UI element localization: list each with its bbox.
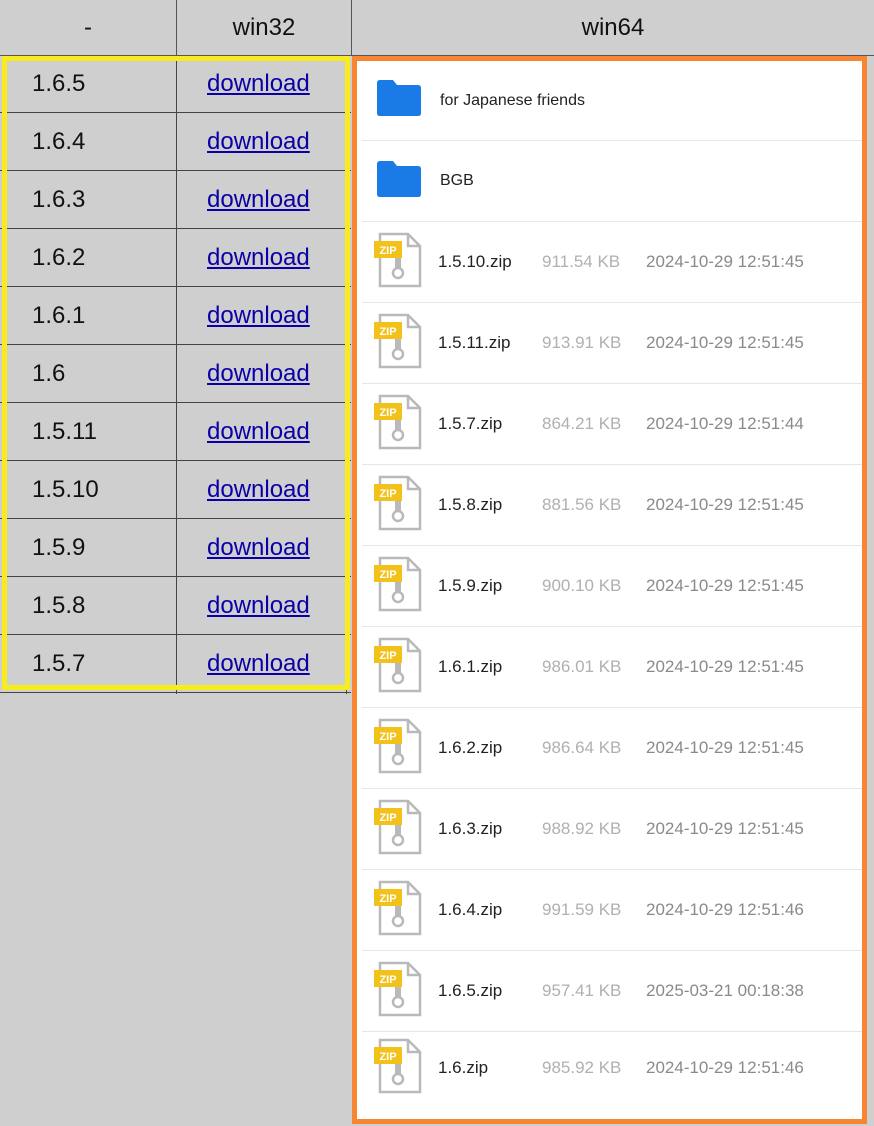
file-date: 2024-10-29 12:51:45 xyxy=(646,657,804,676)
file-item[interactable]: ZIP 1.6.2.zip 986.64 KB 2024-10-29 12:51:45 xyxy=(362,708,862,789)
header-win64: win64 xyxy=(352,0,874,56)
file-date: 2024-10-29 12:51:44 xyxy=(646,414,804,433)
header-win32: win32 xyxy=(177,0,352,56)
folder-icon xyxy=(376,160,422,203)
file-name: 1.5.7.zip xyxy=(438,414,503,433)
svg-text:ZIP: ZIP xyxy=(379,650,396,662)
file-date: 2025-03-21 00:18:38 xyxy=(646,981,804,1000)
zip-file-icon: ZIP xyxy=(372,312,424,375)
folder-name: BGB xyxy=(440,172,474,189)
file-date: 2024-10-29 12:51:45 xyxy=(646,252,804,271)
zip-file-icon: ZIP xyxy=(372,393,424,456)
file-date: 2024-10-29 12:51:46 xyxy=(646,1058,804,1077)
file-item[interactable]: ZIP 1.5.8.zip 881.56 KB 2024-10-29 12:51:45 xyxy=(362,465,862,546)
file-name: 1.6.zip xyxy=(438,1058,489,1077)
svg-text:ZIP: ZIP xyxy=(379,326,396,338)
file-name: 1.6.5.zip xyxy=(438,981,503,1000)
svg-text:ZIP: ZIP xyxy=(379,974,396,986)
zip-file-icon: ZIP xyxy=(372,798,424,861)
file-size: 957.41 KB xyxy=(542,981,622,1000)
zip-file-icon: ZIP xyxy=(372,879,424,942)
file-item[interactable]: ZIP 1.6.zip 985.92 KB 2024-10-29 12:51:46 xyxy=(362,1032,862,1104)
file-size: 986.01 KB xyxy=(542,657,622,676)
file-date: 2024-10-29 12:51:46 xyxy=(646,900,804,919)
header-dash: - xyxy=(0,0,177,56)
file-size: 985.92 KB xyxy=(542,1058,622,1077)
file-item[interactable]: ZIP 1.5.9.zip 900.10 KB 2024-10-29 12:51:45 xyxy=(362,546,862,627)
file-name: 1.5.11.zip xyxy=(438,333,511,352)
file-item[interactable]: ZIP 1.6.3.zip 988.92 KB 2024-10-29 12:51:45 xyxy=(362,789,862,870)
file-size: 881.56 KB xyxy=(542,495,622,514)
svg-text:ZIP: ZIP xyxy=(379,407,396,419)
zip-file-icon: ZIP xyxy=(372,1037,424,1100)
svg-text:ZIP: ZIP xyxy=(379,731,396,743)
folder-item[interactable]: BGB xyxy=(362,141,862,222)
svg-text:ZIP: ZIP xyxy=(379,812,396,824)
file-name: 1.5.9.zip xyxy=(438,576,503,595)
file-size: 991.59 KB xyxy=(542,900,622,919)
file-date: 2024-10-29 12:51:45 xyxy=(646,333,804,352)
file-date: 2024-10-29 12:51:45 xyxy=(646,495,804,514)
win64-file-browser: for Japanese friends BGB ZIP 1.5.10.zip 911.… xyxy=(352,56,867,1124)
svg-text:ZIP: ZIP xyxy=(379,245,396,257)
folder-item[interactable]: for Japanese friends xyxy=(362,61,862,141)
svg-text:ZIP: ZIP xyxy=(379,569,396,581)
file-item[interactable]: ZIP 1.5.7.zip 864.21 KB 2024-10-29 12:51:44 xyxy=(362,384,862,465)
folder-icon xyxy=(376,79,422,122)
file-date: 2024-10-29 12:51:45 xyxy=(646,576,804,595)
file-item[interactable]: ZIP 1.6.5.zip 957.41 KB 2025-03-21 00:18:38 xyxy=(362,951,862,1032)
file-date: 2024-10-29 12:51:45 xyxy=(646,738,804,757)
svg-text:ZIP: ZIP xyxy=(379,488,396,500)
file-date: 2024-10-29 12:51:45 xyxy=(646,819,804,838)
win32-highlight-box xyxy=(2,56,350,690)
file-name: 1.6.1.zip xyxy=(438,657,503,676)
file-size: 986.64 KB xyxy=(542,738,622,757)
file-size: 988.92 KB xyxy=(542,819,622,838)
file-size: 913.91 KB xyxy=(542,333,622,352)
zip-file-icon: ZIP xyxy=(372,555,424,618)
svg-text:ZIP: ZIP xyxy=(379,893,396,905)
folder-name: for Japanese friends xyxy=(440,91,585,109)
svg-text:ZIP: ZIP xyxy=(379,1051,396,1063)
zip-file-icon: ZIP xyxy=(372,717,424,780)
file-item[interactable]: ZIP 1.6.4.zip 991.59 KB 2024-10-29 12:51:46 xyxy=(362,870,862,951)
file-name: 1.6.3.zip xyxy=(438,819,503,838)
file-name: 1.6.2.zip xyxy=(438,738,503,757)
file-item[interactable]: ZIP 1.6.1.zip 986.01 KB 2024-10-29 12:51:45 xyxy=(362,627,862,708)
zip-file-icon: ZIP xyxy=(372,960,424,1023)
zip-file-icon: ZIP xyxy=(372,474,424,537)
file-name: 1.6.4.zip xyxy=(438,900,503,919)
zip-file-icon: ZIP xyxy=(372,636,424,699)
file-name: 1.5.10.zip xyxy=(438,252,512,271)
file-size: 864.21 KB xyxy=(542,414,622,433)
file-item[interactable]: ZIP 1.5.11.zip 913.91 KB 2024-10-29 12:51:4… xyxy=(362,303,862,384)
file-size: 900.10 KB xyxy=(542,576,622,595)
file-name: 1.5.8.zip xyxy=(438,495,503,514)
file-size: 911.54 KB xyxy=(542,252,621,271)
zip-file-icon: ZIP xyxy=(372,231,424,294)
file-item[interactable]: ZIP 1.5.10.zip 911.54 KB 2024-10-29 12:51:4… xyxy=(362,222,862,303)
